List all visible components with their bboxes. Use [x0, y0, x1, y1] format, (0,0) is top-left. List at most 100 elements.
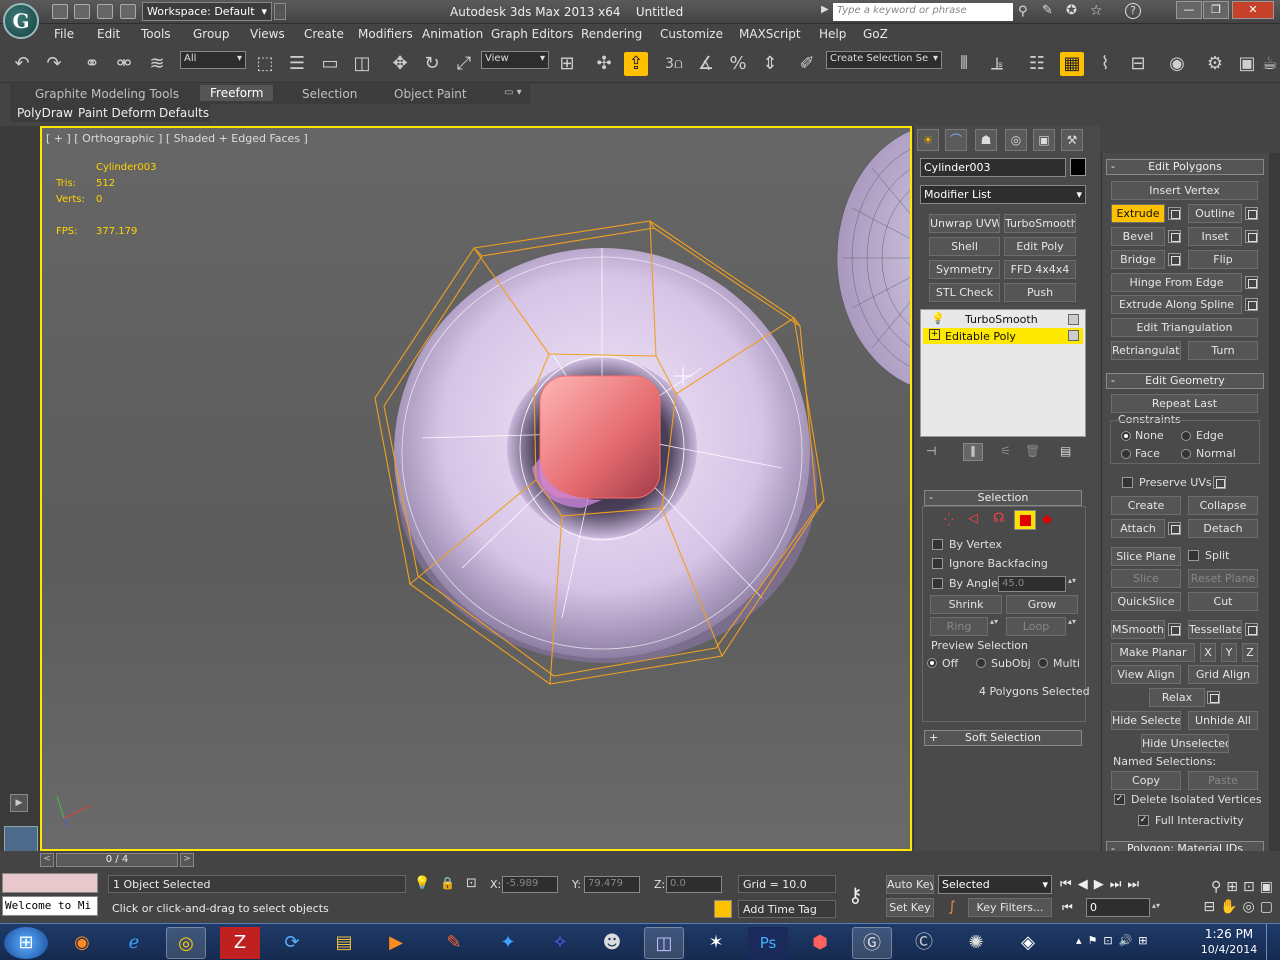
folder-icon[interactable]: ▤ [324, 927, 364, 959]
preview-off-radio[interactable] [927, 658, 937, 668]
3dsmax-active-icon[interactable]: Ⓖ [852, 927, 892, 959]
constraint-normal-radio[interactable] [1181, 449, 1191, 459]
maxscript-listener-input[interactable] [2, 873, 98, 893]
planar-z-button[interactable]: Z [1242, 643, 1258, 662]
stack-item-editable-poly[interactable]: + Editable Poly [923, 328, 1083, 344]
selection-lock-icon[interactable]: 🔒 [440, 876, 455, 890]
internet-explorer-icon[interactable]: ℯ [114, 927, 154, 959]
menu-customize[interactable]: Customize [660, 27, 723, 41]
select-rotate-icon[interactable]: ↻ [420, 52, 444, 76]
undo-icon[interactable]: ↶ [10, 52, 34, 76]
grow-button[interactable]: Grow [1006, 595, 1078, 614]
select-manipulate-icon[interactable]: ✣ [592, 52, 616, 76]
edit-triangulation-button[interactable]: Edit Triangulation [1111, 318, 1258, 337]
element-mode-icon[interactable]: ◆ [1042, 512, 1052, 527]
cinema-icon[interactable]: Ⓒ [904, 927, 944, 959]
key-mode-toggle-icon[interactable]: ⏮ [1062, 900, 1073, 915]
viewport-scene[interactable] [42, 128, 910, 849]
unlink-icon[interactable]: ⚮ [112, 52, 136, 76]
bridge-button[interactable]: Bridge [1111, 250, 1165, 269]
media-player-icon[interactable]: ▶ [376, 927, 416, 959]
key-selection-select[interactable]: Selected ▾ [938, 875, 1052, 894]
key-mode-icon[interactable]: ∫ [940, 899, 964, 917]
remove-modifier-icon[interactable]: 🗑 [1025, 444, 1045, 460]
schematic-view-icon[interactable]: ⊟ [1126, 52, 1150, 76]
new-file-icon[interactable] [52, 4, 68, 19]
cylinder-object[interactable] [394, 248, 817, 663]
selection-filter-select[interactable]: All ▾ [180, 51, 246, 69]
edit-geometry-rollout-header[interactable]: - Edit Geometry [1106, 373, 1264, 389]
layer-manager-icon[interactable]: ☷ [1025, 52, 1049, 76]
turn-button[interactable]: Turn [1188, 341, 1258, 360]
ring-spinner-icon[interactable]: ▴▾ [990, 617, 1000, 636]
insert-vertex-button[interactable]: Insert Vertex [1111, 181, 1258, 200]
reset-plane-button[interactable]: Reset Plane [1188, 569, 1258, 588]
bind-spacewarp-icon[interactable]: ≋ [145, 52, 169, 76]
show-desktop-button[interactable] [1266, 924, 1280, 960]
expand-plus-icon[interactable]: + [929, 329, 940, 340]
select-scale-icon[interactable]: ⤢ [452, 52, 476, 76]
menu-goz[interactable]: GoZ [863, 27, 888, 41]
app-logo-icon[interactable]: G [3, 3, 39, 39]
collapse-button[interactable]: Collapse [1188, 496, 1258, 515]
redo-icon[interactable]: ↷ [42, 52, 66, 76]
preserve-uvs-checkbox[interactable] [1122, 477, 1133, 488]
full-interactivity-checkbox[interactable]: ✓ [1138, 815, 1149, 826]
panel-scrollbar[interactable] [1269, 153, 1280, 866]
loop-spinner-icon[interactable]: ▴▾ [1068, 617, 1078, 636]
extrude-button[interactable]: Extrude [1111, 204, 1165, 223]
chrome-icon[interactable]: ◎ [166, 927, 206, 959]
filezilla-icon[interactable]: Z [220, 927, 260, 959]
z-coord-field[interactable]: 0.0 [666, 876, 722, 893]
inset-button[interactable]: Inset [1188, 227, 1242, 246]
make-planar-button[interactable]: Make Planar [1111, 643, 1195, 662]
msmooth-settings-icon[interactable] [1168, 623, 1181, 636]
vertex-mode-icon[interactable]: ⁛ [944, 513, 954, 527]
preview-multi-radio[interactable] [1038, 658, 1048, 668]
preview-subobj-radio[interactable] [976, 658, 986, 668]
attach-list-icon[interactable] [1168, 522, 1181, 535]
stack-item-turbosmooth[interactable]: 💡 TurboSmooth [923, 312, 1083, 327]
maximize-button[interactable]: ❐ [1203, 1, 1229, 19]
clock-date[interactable]: 10/4/2014 [1198, 943, 1260, 956]
maxscript-output[interactable]: Welcome to Mi [2, 896, 98, 916]
show-end-result-icon[interactable]: ‖ [963, 443, 983, 461]
tab-object-paint[interactable]: Object Paint [394, 87, 467, 101]
grid-align-button[interactable]: Grid Align [1188, 665, 1258, 684]
bridge-settings-icon[interactable] [1168, 253, 1181, 266]
paste-button[interactable]: Paste [1188, 771, 1258, 790]
search-arrow-icon[interactable]: ▶ [821, 4, 829, 15]
planar-y-button[interactable]: Y [1221, 643, 1237, 662]
menu-file[interactable]: File [54, 27, 74, 41]
subtab-polydraw[interactable]: PolyDraw [17, 106, 73, 120]
edge-mode-icon[interactable]: ◁ [968, 511, 978, 526]
y-coord-field[interactable]: 79.479 [584, 876, 640, 893]
shrink-button[interactable]: Shrink [930, 595, 1002, 614]
frame-spinner-icon[interactable]: ▴▾ [1152, 901, 1160, 910]
select-move-icon[interactable]: ✥ [388, 52, 412, 76]
play-strip-icon[interactable]: ▶ [10, 794, 28, 812]
outline-settings-icon[interactable] [1245, 207, 1258, 220]
menu-views[interactable]: Views [250, 27, 285, 41]
modify-tab-icon[interactable]: ⌒ [945, 129, 967, 151]
angle-snap-icon[interactable]: ∡ [694, 52, 718, 76]
flip-button[interactable]: Flip [1188, 250, 1258, 269]
set-key-button[interactable]: Set Key [886, 898, 934, 917]
ribbon-options-icon[interactable]: ▭ ▾ [504, 87, 522, 98]
create-tab-icon[interactable]: ☀ [917, 129, 939, 151]
tab-selection[interactable]: Selection [302, 87, 357, 101]
object-name-field[interactable]: Cylinder003 [920, 158, 1066, 177]
current-frame-field[interactable]: 0 [1086, 898, 1150, 917]
viewport-navigation-controls[interactable]: ⚲⊞⊡▣ ⊟✋◎▢ [1162, 877, 1278, 917]
constraint-face-radio[interactable] [1121, 449, 1131, 459]
keyboard-shortcut-override-icon[interactable]: ⇪ [624, 52, 648, 76]
workspace-select[interactable]: Workspace: Default ▾ [142, 2, 272, 21]
paint-icon[interactable]: ✎ [434, 927, 474, 959]
tessellate-settings-icon[interactable] [1245, 623, 1258, 636]
sync-icon[interactable]: ⟳ [272, 927, 312, 959]
ring-button[interactable]: Ring [930, 617, 988, 636]
photoshop-icon[interactable]: Ps [748, 927, 788, 959]
time-slider-prev-icon[interactable]: < [40, 853, 54, 867]
edit-polygons-rollout-header[interactable]: - Edit Polygons [1106, 159, 1264, 175]
set-key-icon[interactable]: ⚷ [848, 883, 863, 907]
